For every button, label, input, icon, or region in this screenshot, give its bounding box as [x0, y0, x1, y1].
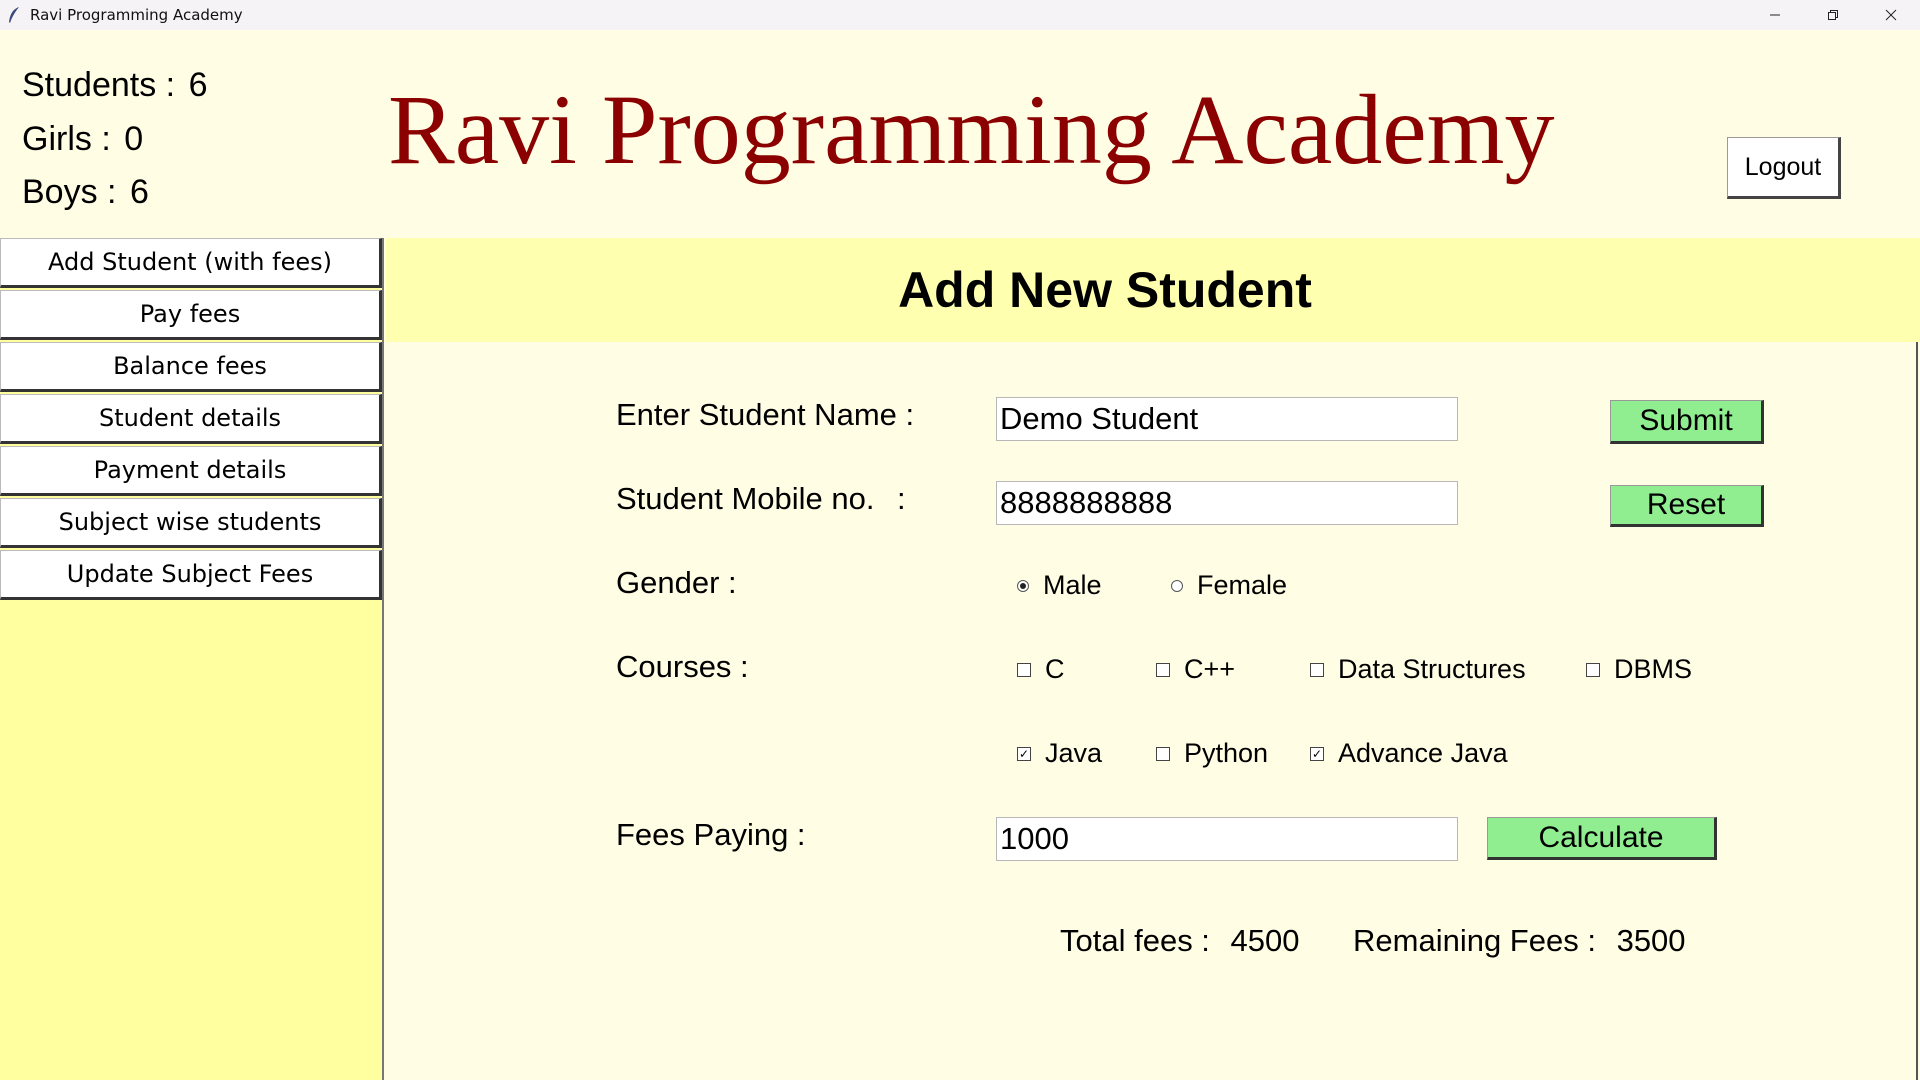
- feather-icon: [4, 5, 24, 25]
- sidebar-item-update-subject-fees[interactable]: Update Subject Fees: [0, 550, 382, 600]
- course-dbms-checkbox[interactable]: DBMS: [1586, 654, 1692, 685]
- window-controls: [1746, 0, 1920, 30]
- gender-female-label: Female: [1197, 570, 1288, 600]
- remaining-fees-value: 3500: [1616, 923, 1686, 958]
- course-data-structures-checkbox[interactable]: Data Structures: [1310, 654, 1526, 685]
- reset-button[interactable]: Reset: [1610, 485, 1764, 527]
- course-python-checkbox[interactable]: Python: [1156, 738, 1268, 769]
- close-icon[interactable]: [1862, 0, 1920, 30]
- student-name-label: Enter Student Name :: [616, 397, 915, 432]
- course-cpp-checkbox[interactable]: C++: [1156, 654, 1235, 685]
- course-advance-java-checkbox[interactable]: ✓ Advance Java: [1310, 738, 1508, 769]
- students-count: Students : 6: [22, 66, 207, 105]
- gender-male-radio[interactable]: Male: [1017, 570, 1102, 601]
- form-title: Add New Student: [898, 262, 1312, 318]
- course-cpp-label: C++: [1184, 654, 1236, 684]
- submit-button[interactable]: Submit: [1610, 400, 1764, 444]
- radio-unselected-icon: [1171, 579, 1183, 592]
- total-fees-label: Total fees :: [1060, 923, 1210, 958]
- minimize-icon[interactable]: [1746, 0, 1804, 30]
- fees-paying-input[interactable]: 1000: [996, 817, 1458, 861]
- course-python-label: Python: [1184, 738, 1269, 768]
- course-data-structures-label: Data Structures: [1338, 654, 1526, 684]
- sidebar-item-balance-fees[interactable]: Balance fees: [0, 342, 382, 392]
- gender-label: Gender :: [616, 565, 737, 600]
- restore-icon[interactable]: [1804, 0, 1862, 30]
- radio-selected-icon: [1017, 579, 1029, 592]
- checkbox-checked-icon: ✓: [1310, 746, 1324, 761]
- form-panel: [386, 342, 1918, 1080]
- checkbox-icon: [1156, 662, 1170, 677]
- mobile-input[interactable]: 8888888888: [996, 481, 1458, 525]
- sidebar: Add Student (with fees) Pay fees Balance…: [0, 238, 384, 1080]
- checkbox-icon: [1310, 662, 1324, 677]
- courses-label: Courses :: [616, 649, 749, 684]
- header: Students : 6 Girls : 0 Boys : 6 Ravi Pro…: [0, 30, 1920, 238]
- sidebar-item-pay-fees[interactable]: Pay fees: [0, 290, 382, 340]
- boys-count: Boys : 6: [22, 173, 149, 212]
- sidebar-item-student-details[interactable]: Student details: [0, 394, 382, 444]
- total-fees-value: 4500: [1230, 923, 1300, 958]
- course-c-label: C: [1045, 654, 1065, 684]
- sidebar-item-payment-details[interactable]: Payment details: [0, 446, 382, 496]
- logout-button[interactable]: Logout: [1727, 137, 1841, 199]
- girls-count-label: Girls :: [22, 120, 111, 158]
- remaining-fees: Remaining Fees : 3500: [1353, 923, 1686, 959]
- sidebar-item-subject-wise-students[interactable]: Subject wise students: [0, 498, 382, 548]
- mobile-label-colon: :: [897, 481, 906, 516]
- students-count-label: Students :: [22, 66, 176, 104]
- window-titlebar: Ravi Programming Academy: [0, 0, 1920, 30]
- course-advance-java-label: Advance Java: [1338, 738, 1508, 768]
- checkbox-icon: [1017, 662, 1031, 677]
- course-java-checkbox[interactable]: ✓ Java: [1017, 738, 1102, 769]
- checkbox-checked-icon: ✓: [1017, 746, 1031, 761]
- calculate-button[interactable]: Calculate: [1487, 817, 1717, 860]
- app-heading: Ravi Programming Academy: [388, 74, 1555, 185]
- gender-female-radio[interactable]: Female: [1171, 570, 1287, 601]
- course-dbms-label: DBMS: [1614, 654, 1693, 684]
- students-count-value: 6: [188, 66, 208, 104]
- gender-male-label: Male: [1043, 570, 1102, 600]
- window-title: Ravi Programming Academy: [30, 6, 243, 24]
- course-c-checkbox[interactable]: C: [1017, 654, 1065, 685]
- total-fees: Total fees : 4500: [1060, 923, 1300, 959]
- remaining-fees-label: Remaining Fees :: [1353, 923, 1596, 958]
- boys-count-value: 6: [129, 173, 149, 211]
- mobile-label: Student Mobile no.: [616, 481, 875, 516]
- sidebar-item-add-student[interactable]: Add Student (with fees): [0, 238, 382, 288]
- girls-count: Girls : 0: [22, 120, 143, 159]
- fees-paying-label: Fees Paying :: [616, 817, 806, 852]
- checkbox-icon: [1156, 746, 1170, 761]
- boys-count-label: Boys :: [22, 173, 117, 211]
- form-title-band: Add New Student: [386, 238, 1920, 342]
- girls-count-value: 0: [124, 120, 144, 158]
- student-name-input[interactable]: Demo Student: [996, 397, 1458, 441]
- course-java-label: Java: [1045, 738, 1103, 768]
- checkbox-icon: [1586, 662, 1600, 677]
